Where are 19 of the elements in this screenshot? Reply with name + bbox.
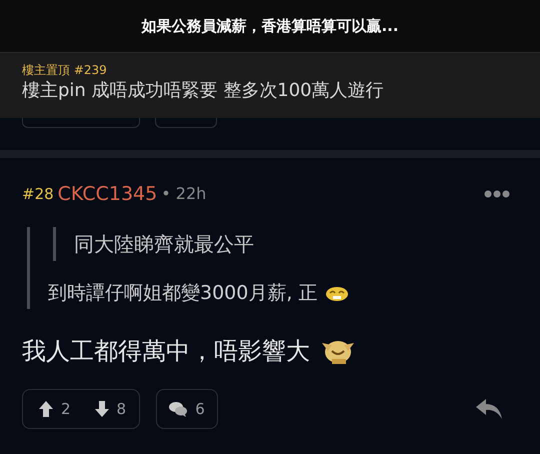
post-time: • 22h (161, 183, 206, 206)
pinned-text: 樓主pin 成唔成功唔緊要 整多次100萬人遊行 (22, 79, 385, 102)
post-number: #28 (22, 184, 54, 205)
upvote-icon (39, 401, 53, 417)
button-outline (155, 118, 217, 128)
post-body: 我人工都得萬中，唔影響大 (22, 336, 310, 367)
username[interactable]: CKCC1345 (58, 180, 158, 208)
chat-icon (169, 401, 188, 417)
reply-icon[interactable] (476, 399, 502, 419)
downvote-icon (94, 401, 109, 417)
pinned-banner[interactable]: 樓主置頂 #239 樓主pin 成唔成功唔緊要 整多次100萬人遊行 (0, 52, 540, 118)
downvote-button[interactable]: 8 (94, 398, 126, 420)
upvote-button[interactable]: 2 (39, 398, 71, 420)
quote-text: 到時譚仔啊姐都變3000月薪, 正 (48, 280, 318, 306)
pinned-label: 樓主置頂 #239 (22, 62, 108, 79)
comments-button[interactable]: 6 (156, 389, 218, 429)
thread-title: 如果公務員減薪，香港算唔算可以贏... (141, 16, 399, 37)
nested-quote-text: 同大陸睇齊就最公平 (53, 226, 518, 260)
more-icon[interactable] (484, 190, 510, 198)
